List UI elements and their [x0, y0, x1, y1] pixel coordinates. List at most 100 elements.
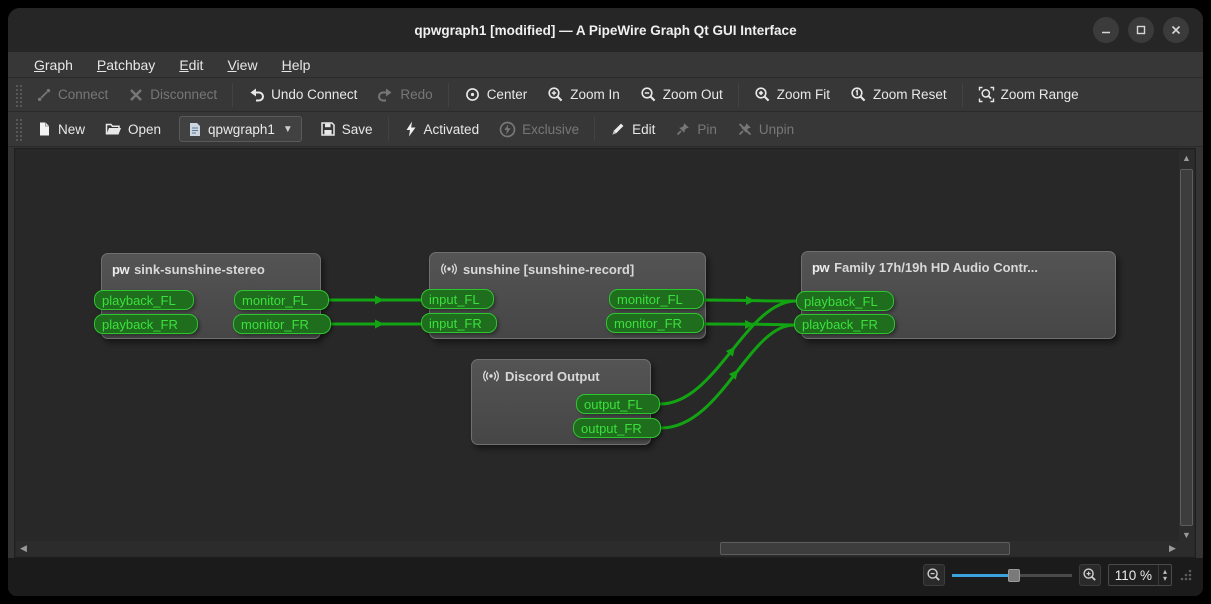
- port-family-playback-fl[interactable]: playback_FL: [796, 291, 894, 311]
- spinbox-arrows[interactable]: ▴▾: [1158, 565, 1171, 585]
- open-folder-icon: [105, 121, 122, 137]
- port-sunshine-input-fl[interactable]: input_FL: [421, 289, 494, 309]
- menu-view[interactable]: View: [217, 55, 267, 75]
- zoom-fit-button[interactable]: Zoom Fit: [744, 81, 840, 109]
- unpin-icon: [737, 121, 753, 137]
- session-combobox-value: qpwgraph1: [208, 122, 275, 137]
- zoom-reset-button[interactable]: Zoom Reset: [840, 81, 957, 109]
- toolbar-drag-handle[interactable]: [14, 117, 22, 141]
- toolbar-separator: [962, 83, 963, 107]
- graph-canvas[interactable]: pw sink-sunshine-stereo sunshine [sunshi…: [16, 150, 1180, 542]
- zoom-range-icon: [978, 86, 995, 103]
- toolbar-separator: [594, 117, 595, 141]
- zoom-slider-thumb[interactable]: [1008, 569, 1020, 582]
- pipewire-icon: pw: [112, 262, 129, 277]
- toolbar-separator: [738, 83, 739, 107]
- patchbay-file-icon: [188, 122, 202, 137]
- disconnect-icon: [128, 87, 144, 103]
- statusbar: 110 % ▴▾: [8, 558, 1203, 596]
- toolbar-drag-handle[interactable]: [14, 83, 22, 107]
- port-family-playback-fr[interactable]: playback_FR: [794, 314, 895, 334]
- save-button[interactable]: Save: [310, 115, 383, 143]
- connect-button[interactable]: Connect: [26, 81, 118, 109]
- horizontal-scrollbar[interactable]: ◀ ▶: [16, 541, 1180, 556]
- unpin-button[interactable]: Unpin: [727, 115, 804, 143]
- zoom-in-icon: [1082, 567, 1098, 583]
- connection-wires: [16, 150, 1180, 542]
- menu-help[interactable]: Help: [272, 55, 321, 75]
- port-sunshine-monitor-fl[interactable]: monitor_FL: [609, 289, 704, 309]
- statusbar-zoom-out-button[interactable]: [923, 564, 945, 586]
- audio-icon: [440, 261, 458, 277]
- zoom-slider[interactable]: [952, 567, 1072, 583]
- vertical-scrollbar-thumb[interactable]: [1180, 169, 1193, 526]
- toolbar-separator: [232, 83, 233, 107]
- toolbar-separator: [448, 83, 449, 107]
- zoom-out-button[interactable]: Zoom Out: [630, 81, 733, 109]
- chevron-down-icon: ▼: [283, 124, 293, 135]
- port-sink-monitor-fr[interactable]: monitor_FR: [233, 314, 331, 334]
- undo-connect-button[interactable]: Undo Connect: [238, 81, 367, 109]
- menubar: Graph Patchbay Edit View Help: [8, 52, 1203, 78]
- scroll-up-arrow[interactable]: ▲: [1179, 150, 1194, 165]
- redo-button[interactable]: Redo: [367, 81, 442, 109]
- menu-graph[interactable]: Graph: [24, 55, 83, 75]
- close-button[interactable]: [1163, 17, 1189, 43]
- scroll-right-arrow[interactable]: ▶: [1165, 541, 1180, 556]
- port-sunshine-input-fr[interactable]: input_FR: [421, 313, 497, 333]
- scrollbar-corner: [1179, 541, 1194, 556]
- center-button[interactable]: Center: [454, 81, 538, 109]
- zoom-percent-spinbox[interactable]: 110 % ▴▾: [1108, 564, 1172, 586]
- pin-icon: [675, 121, 691, 137]
- zoom-in-button[interactable]: Zoom In: [537, 81, 630, 109]
- disconnect-button[interactable]: Disconnect: [118, 81, 227, 109]
- node-title: sink-sunshine-stereo: [134, 262, 265, 277]
- zoom-range-button[interactable]: Zoom Range: [968, 81, 1089, 109]
- menu-edit[interactable]: Edit: [169, 55, 213, 75]
- scroll-left-arrow[interactable]: ◀: [16, 541, 31, 556]
- audio-icon: [482, 368, 500, 384]
- port-discord-output-fr[interactable]: output_FR: [573, 418, 661, 438]
- wire-sunshine-monitorFR-to-family-playbackFR: [704, 324, 794, 325]
- port-sink-playback-fr[interactable]: playback_FR: [94, 314, 198, 334]
- port-sunshine-monitor-fr[interactable]: monitor_FR: [606, 313, 704, 333]
- toolbar-separator: [388, 117, 389, 141]
- port-sink-monitor-fl[interactable]: monitor_FL: [234, 290, 329, 310]
- session-combobox[interactable]: qpwgraph1 ▼: [179, 116, 302, 142]
- port-discord-output-fl[interactable]: output_FL: [576, 394, 660, 414]
- zoom-reset-icon: [850, 86, 867, 103]
- minimize-button[interactable]: [1093, 17, 1119, 43]
- maximize-button[interactable]: [1128, 17, 1154, 43]
- toolbar-graph: Connect Disconnect Undo Connect Redo Cen…: [8, 78, 1203, 112]
- maximize-icon: [1135, 24, 1147, 36]
- horizontal-scrollbar-thumb[interactable]: [720, 542, 1010, 555]
- open-button[interactable]: Open: [95, 115, 171, 143]
- spin-down-icon[interactable]: ▾: [1163, 575, 1167, 582]
- center-icon: [464, 86, 481, 103]
- minimize-icon: [1100, 24, 1112, 36]
- save-icon: [320, 121, 336, 137]
- new-button[interactable]: New: [26, 115, 95, 143]
- port-sink-playback-fl[interactable]: playback_FL: [94, 290, 194, 310]
- exclusive-button[interactable]: Exclusive: [489, 115, 589, 143]
- activated-button[interactable]: Activated: [394, 115, 490, 143]
- resize-grip[interactable]: [1179, 568, 1193, 582]
- redo-icon: [377, 87, 394, 103]
- scroll-down-arrow[interactable]: ▼: [1179, 527, 1194, 542]
- close-icon: [1170, 24, 1182, 36]
- zoom-fit-icon: [754, 86, 771, 103]
- statusbar-zoom-in-button[interactable]: [1079, 564, 1101, 586]
- titlebar: qpwgraph1 [modified] — A PipeWire Graph …: [8, 8, 1203, 52]
- node-title: sunshine [sunshine-record]: [463, 262, 634, 277]
- vertical-scrollbar[interactable]: ▲ ▼: [1179, 150, 1194, 542]
- exclusive-lightning-icon: [499, 121, 516, 138]
- edit-pencil-icon: [610, 121, 626, 137]
- zoom-out-icon: [926, 567, 942, 583]
- pin-button[interactable]: Pin: [665, 115, 727, 143]
- node-title: Discord Output: [505, 369, 600, 384]
- zoom-in-icon: [547, 86, 564, 103]
- edit-button[interactable]: Edit: [600, 115, 665, 143]
- menu-patchbay[interactable]: Patchbay: [87, 55, 165, 75]
- node-title: Family 17h/19h HD Audio Contr...: [834, 260, 1038, 275]
- zoom-out-icon: [640, 86, 657, 103]
